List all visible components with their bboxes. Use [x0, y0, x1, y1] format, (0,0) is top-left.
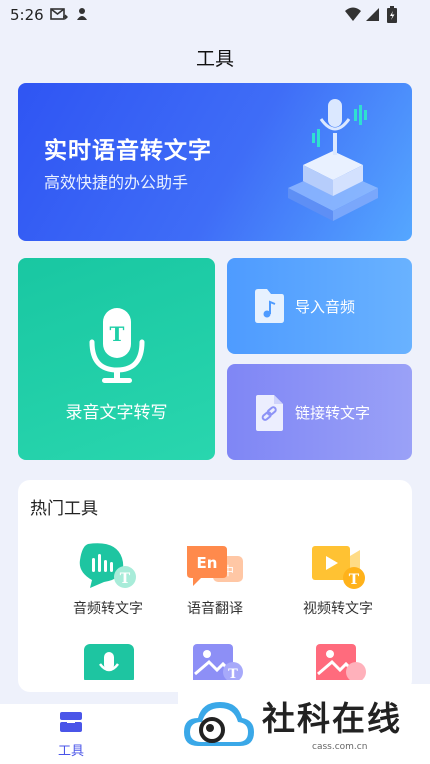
- audio-file-icon: [253, 288, 285, 328]
- tool-video-to-text[interactable]: T 视频转文字: [278, 542, 398, 618]
- tool-voice-translate[interactable]: 中 En 语音翻译: [155, 542, 275, 618]
- import-audio-label: 导入音频: [295, 298, 356, 316]
- link-file-icon: [253, 394, 285, 436]
- record-transcribe-card[interactable]: T 录音文字转写: [18, 258, 215, 460]
- watermark-text: 社科在线: [262, 699, 402, 738]
- page-title: 工具: [195, 48, 234, 70]
- svg-text:En: En: [197, 554, 218, 572]
- record-transcribe-label: 录音文字转写: [65, 403, 168, 423]
- signal-icon: [364, 6, 380, 26]
- watermark: 社科在线 cass.com.cn: [178, 684, 430, 764]
- svg-text:T: T: [349, 572, 360, 588]
- banner-title: 实时语音转文字: [44, 138, 212, 164]
- hot-tools-panel: 热门工具 T 音频转文字 中 En 语音翻译 T 视频转文字 T: [18, 480, 412, 692]
- wifi-icon: [344, 6, 362, 26]
- link-to-text-label: 链接转文字: [295, 404, 371, 422]
- status-bar: 5:26: [0, 0, 430, 30]
- svg-text:T: T: [228, 667, 238, 680]
- image-to-text-icon: T: [155, 640, 275, 680]
- watermark-url: cass.com.cn: [312, 742, 368, 752]
- tool-image-red[interactable]: [278, 640, 398, 680]
- banner-subtitle: 高效快捷的办公助手: [44, 173, 189, 192]
- toolbox-icon: [58, 712, 84, 738]
- status-time: 5:26: [10, 6, 44, 24]
- tool-audio-to-text[interactable]: T 音频转文字: [48, 542, 168, 618]
- image-red-icon: [278, 640, 398, 680]
- tool-video-to-text-label: 视频转文字: [303, 601, 373, 617]
- tool-voice-record[interactable]: [48, 640, 168, 680]
- svg-text:T: T: [110, 322, 125, 346]
- hot-tools-title: 热门工具: [30, 499, 98, 519]
- speech-device-illustration-icon: [268, 93, 398, 227]
- promo-banner[interactable]: 实时语音转文字 高效快捷的办公助手: [18, 83, 412, 241]
- microphone-icon: T: [88, 306, 146, 390]
- nav-tab-tools-label: 工具: [57, 744, 84, 759]
- link-to-text-card[interactable]: 链接转文字: [227, 364, 412, 460]
- translate-en-zh-icon: 中 En: [155, 542, 275, 592]
- import-audio-card[interactable]: 导入音频: [227, 258, 412, 354]
- mail-notification-icon: [50, 6, 68, 26]
- video-play-icon: T: [278, 542, 398, 592]
- cloud-logo-icon: [182, 696, 256, 758]
- mic-green-icon: [48, 640, 168, 680]
- audio-bars-icon: T: [48, 542, 168, 592]
- svg-text:T: T: [120, 571, 131, 587]
- battery-icon: [386, 6, 398, 28]
- nav-tab-tools[interactable]: 工具: [38, 710, 104, 759]
- tool-voice-translate-label: 语音翻译: [187, 601, 243, 617]
- tool-image-to-text[interactable]: T: [155, 640, 275, 680]
- tool-audio-to-text-label: 音频转文字: [73, 601, 143, 617]
- app-notification-icon: [74, 6, 90, 26]
